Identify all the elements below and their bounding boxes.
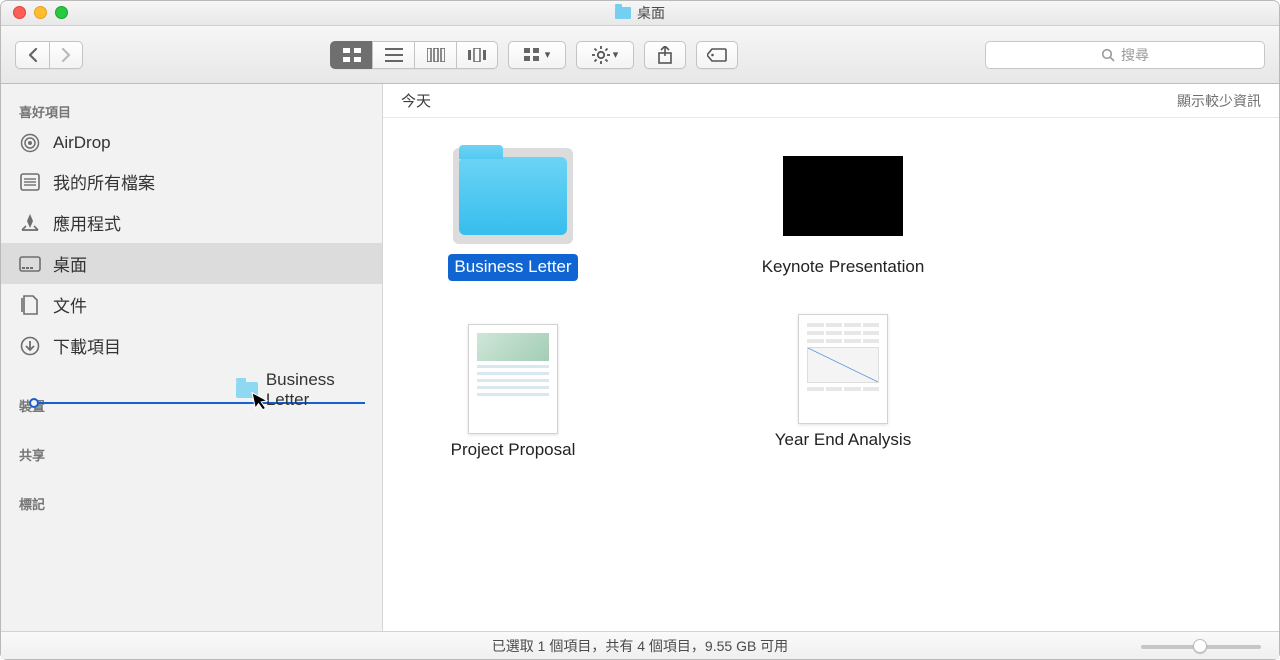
sidebar-item-downloads[interactable]: 下載項目	[1, 325, 382, 366]
window-title-text: 桌面	[637, 3, 665, 23]
sidebar: 喜好項目 AirDrop 我的所有檔案 應用程式	[1, 84, 383, 631]
sidebar-item-desktop[interactable]: 桌面	[1, 243, 382, 284]
file-item-project-proposal[interactable]: Project Proposal	[423, 331, 603, 464]
list-view-button[interactable]	[372, 41, 414, 69]
arrange-button[interactable]: ▾	[508, 41, 566, 69]
file-item-year-end-analysis[interactable]: Year End Analysis	[753, 321, 933, 464]
status-text: 已選取 1 個項目，共有 4 個項目，9.55 GB 可用	[492, 636, 788, 656]
sidebar-item-label: 桌面	[53, 251, 87, 276]
sidebar-section-favorites: 喜好項目	[1, 94, 382, 125]
document-thumbnail	[783, 321, 903, 417]
minimize-window-button[interactable]	[34, 6, 47, 19]
keynote-thumbnail	[783, 148, 903, 244]
view-mode-buttons	[330, 41, 498, 69]
chevron-down-icon: ▾	[613, 48, 619, 61]
action-button[interactable]: ▾	[576, 41, 634, 69]
file-label[interactable]: Project Proposal	[445, 437, 582, 464]
file-label[interactable]: Year End Analysis	[769, 427, 917, 454]
applications-icon	[19, 213, 41, 233]
sidebar-section-tags: 標記	[1, 486, 382, 517]
column-view-button[interactable]	[414, 41, 456, 69]
finder-window: 桌面 ▾	[0, 0, 1280, 660]
drop-indicator-dot	[29, 398, 39, 408]
sidebar-item-applications[interactable]: 應用程式	[1, 202, 382, 243]
document-thumbnail	[453, 331, 573, 427]
back-button[interactable]	[15, 41, 49, 69]
downloads-icon	[19, 336, 41, 356]
coverflow-view-button[interactable]	[456, 41, 498, 69]
search-placeholder: 搜尋	[1121, 45, 1149, 65]
toolbar: ▾ ▾ 搜尋	[1, 26, 1279, 84]
nav-buttons	[15, 41, 83, 69]
sidebar-item-label: AirDrop	[53, 133, 111, 153]
desktop-icon	[19, 254, 41, 274]
window-controls	[13, 6, 68, 19]
icon-grid[interactable]: Business Letter Keynote Presentation Pro…	[383, 118, 1279, 631]
status-bar: 已選取 1 個項目，共有 4 個項目，9.55 GB 可用	[1, 631, 1279, 659]
content-header: 今天 顯示較少資訊	[383, 84, 1279, 118]
titlebar[interactable]: 桌面	[1, 1, 1279, 26]
sidebar-item-label: 我的所有檔案	[53, 169, 155, 194]
file-label[interactable]: Keynote Presentation	[756, 254, 931, 281]
slider-knob[interactable]	[1193, 639, 1207, 653]
sidebar-section-shared: 共享	[1, 437, 382, 468]
file-label[interactable]: Business Letter	[448, 254, 577, 281]
drop-indicator-line	[33, 402, 365, 404]
search-field[interactable]: 搜尋	[985, 41, 1265, 69]
folder-icon	[453, 148, 573, 244]
tags-button[interactable]	[696, 41, 738, 69]
search-icon	[1101, 48, 1115, 62]
all-files-icon	[19, 172, 41, 192]
sidebar-item-label: 下載項目	[53, 333, 121, 358]
file-item-business-letter[interactable]: Business Letter	[423, 148, 603, 281]
close-window-button[interactable]	[13, 6, 26, 19]
share-button[interactable]	[644, 41, 686, 69]
sidebar-item-all-files[interactable]: 我的所有檔案	[1, 161, 382, 202]
zoom-slider[interactable]	[1141, 638, 1261, 654]
folder-icon	[615, 7, 631, 19]
forward-button[interactable]	[49, 41, 83, 69]
fullscreen-window-button[interactable]	[55, 6, 68, 19]
content-area[interactable]: 今天 顯示較少資訊 Business Letter Keynote Presen…	[383, 84, 1279, 631]
group-label: 今天	[401, 90, 431, 111]
sidebar-item-documents[interactable]: 文件	[1, 284, 382, 325]
sidebar-item-label: 文件	[53, 292, 87, 317]
icon-view-button[interactable]	[330, 41, 372, 69]
sidebar-item-airdrop[interactable]: AirDrop	[1, 125, 382, 161]
sidebar-item-label: 應用程式	[53, 210, 121, 235]
airdrop-icon	[19, 133, 41, 153]
documents-icon	[19, 295, 41, 315]
window-title: 桌面	[615, 3, 665, 23]
toggle-info-button[interactable]: 顯示較少資訊	[1177, 91, 1261, 111]
chevron-down-icon: ▾	[545, 48, 551, 61]
file-item-keynote[interactable]: Keynote Presentation	[753, 148, 933, 281]
